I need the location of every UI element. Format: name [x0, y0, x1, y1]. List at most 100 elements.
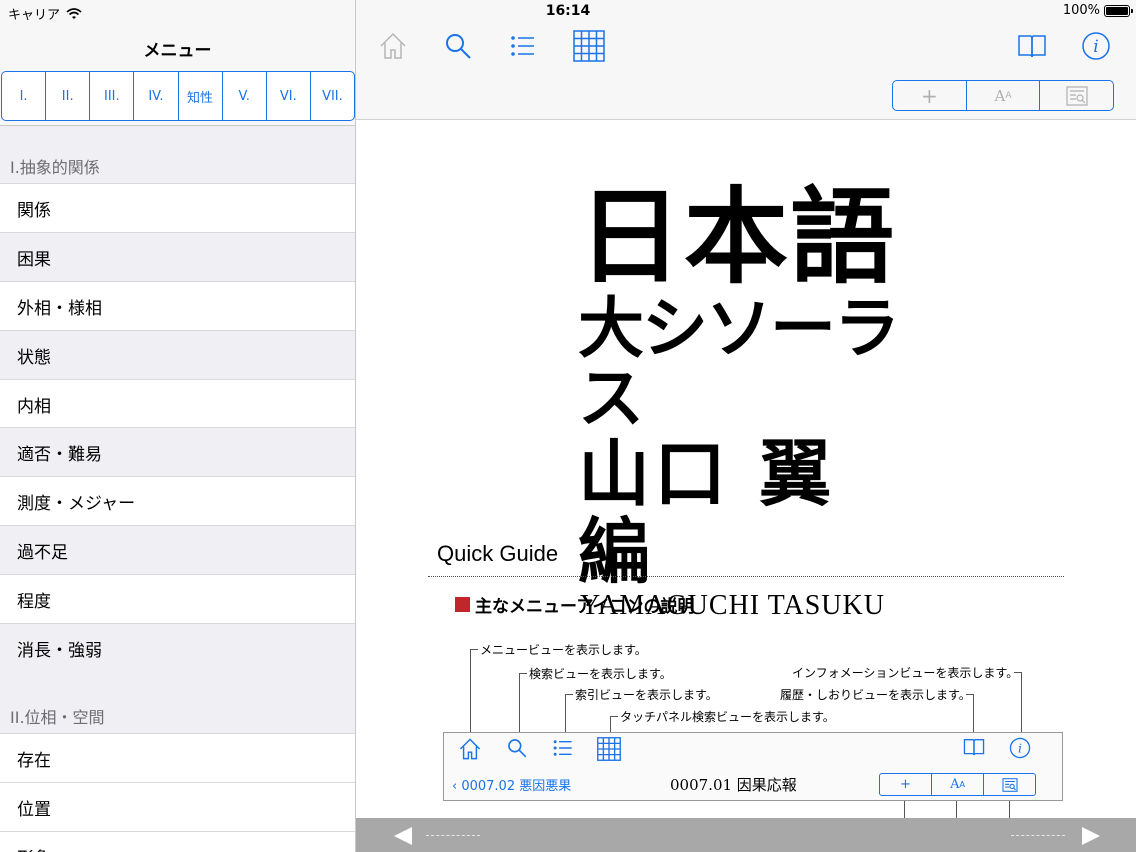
- leader-line: [1021, 672, 1022, 732]
- guide-subheading: 主なメニューアイコンの説明: [455, 592, 694, 617]
- back-link-label: 0007.02 悪因悪果: [461, 779, 572, 794]
- book-icon: [963, 737, 985, 761]
- home-icon: [458, 737, 482, 765]
- leader-line: [610, 716, 618, 717]
- main-pane: i + AA 日本語 大シソーラス 山口 翼 編 YAMAGUCHI TASUK…: [356, 0, 1136, 852]
- svg-text:i: i: [1018, 740, 1022, 755]
- mock-segmented-control: + AA: [879, 773, 1036, 796]
- status-bar: キャリア 16:14 100%: [0, 0, 1136, 23]
- red-square-icon: [455, 597, 470, 612]
- clock: 16:14: [545, 3, 591, 19]
- mock-add-button: +: [880, 774, 932, 795]
- volume-segmented-control: I. II. III. IV. 知性 V. VI. VII.: [1, 71, 355, 121]
- list-item[interactable]: 形象: [0, 831, 355, 852]
- grid-icon: [597, 737, 621, 765]
- note-history: 履歴・しおりビューを表示します。: [780, 688, 971, 702]
- leader-line: [610, 716, 611, 732]
- list-item[interactable]: 困果: [0, 232, 355, 281]
- leader-line: [565, 694, 566, 732]
- back-link: ‹ 0007.02 悪因悪果: [452, 779, 572, 794]
- previous-page-arrow-icon[interactable]: [394, 827, 412, 845]
- list-item[interactable]: 位置: [0, 782, 355, 831]
- segment-vol-1[interactable]: I.: [2, 72, 47, 120]
- leader-line: [519, 673, 520, 732]
- svg-text:i: i: [1093, 37, 1098, 57]
- page-search-icon: [1001, 777, 1018, 792]
- logo-line-1: 日本語: [578, 175, 897, 298]
- search-icon: [506, 737, 528, 763]
- battery-status: 100%: [1062, 3, 1133, 18]
- sidebar: メニュー I. II. III. IV. 知性 V. VI. VII. I.抽象…: [0, 0, 356, 852]
- section-header-1: I.抽象的関係: [10, 158, 100, 177]
- quick-guide-heading: Quick Guide: [437, 541, 559, 566]
- bookmark-add-button[interactable]: +: [893, 81, 967, 110]
- mock-page-search-button: [984, 774, 1035, 795]
- mock-font-sub: A: [959, 780, 965, 789]
- note-index: 索引ビューを表示します。: [575, 688, 718, 702]
- page-search-icon: [1066, 85, 1088, 106]
- logo-line-3: 山口 翼 編: [578, 431, 836, 594]
- segment-vol-6[interactable]: VI.: [267, 72, 311, 120]
- font-size-label: A: [994, 86, 1006, 105]
- section-header-2: II.位相・空間: [10, 708, 105, 727]
- guide-subheading-text: 主なメニューアイコンの説明: [475, 597, 695, 617]
- search-icon[interactable]: [440, 28, 476, 64]
- page-indicator-right: [1011, 835, 1065, 836]
- toolbar-illustration: i ‹ 0007.02 悪因悪果 0007.01 因果応報 + AA: [443, 732, 1063, 801]
- list-item[interactable]: 適否・難易: [0, 427, 355, 476]
- leader-line: [519, 673, 527, 674]
- info-icon: i: [1009, 737, 1031, 763]
- list-icon: [552, 737, 574, 763]
- battery-icon: [1104, 4, 1133, 17]
- segment-vol-4[interactable]: IV.: [134, 72, 179, 120]
- font-size-sub: A: [1005, 90, 1012, 101]
- segment-chisei[interactable]: 知性: [179, 72, 223, 120]
- entry-title: 0007.01 因果応報: [670, 776, 797, 794]
- book-icon[interactable]: [1014, 28, 1050, 64]
- note-search: 検索ビューを表示します。: [529, 667, 672, 681]
- segment-vol-3[interactable]: III.: [90, 72, 135, 120]
- list-item[interactable]: 存在: [0, 733, 355, 782]
- dictionary-logo: 日本語 大シソーラス 山口 翼 編 YAMAGUCHI TASUKU: [578, 181, 918, 621]
- leader-line: [1009, 801, 1010, 818]
- leader-line: [973, 694, 974, 732]
- page-navigation-bar: [356, 818, 1136, 852]
- view-options-segmented-control: + AA: [892, 80, 1114, 111]
- list-item[interactable]: 程度: [0, 574, 355, 623]
- sidebar-title: メニュー: [143, 41, 212, 61]
- list-item[interactable]: 関係: [0, 183, 355, 232]
- logo-line-2: 大シソーラス: [578, 289, 900, 437]
- next-page-arrow-icon[interactable]: [1082, 827, 1100, 845]
- segment-vol-2[interactable]: II.: [46, 72, 91, 120]
- home-icon[interactable]: [375, 28, 411, 64]
- mock-font-label: A: [950, 777, 960, 792]
- list-icon[interactable]: [505, 28, 541, 64]
- leader-line: [1014, 672, 1021, 673]
- leader-line: [470, 649, 478, 650]
- list-item[interactable]: 内相: [0, 379, 355, 428]
- battery-percent: 100%: [1062, 3, 1100, 18]
- list-item[interactable]: 外相・様相: [0, 281, 355, 330]
- font-size-button[interactable]: AA: [967, 81, 1041, 110]
- list-item[interactable]: 消長・強弱: [0, 623, 355, 672]
- document-content: 日本語 大シソーラス 山口 翼 編 YAMAGUCHI TASUKU Quick…: [356, 121, 1136, 818]
- note-touch: タッチパネル検索ビューを表示します。: [620, 710, 835, 724]
- list-item[interactable]: 測度・メジャー: [0, 476, 355, 525]
- segment-vol-7[interactable]: VII.: [311, 72, 354, 120]
- leader-line: [956, 801, 957, 818]
- divider: [428, 576, 1064, 577]
- page-search-button[interactable]: [1040, 81, 1113, 110]
- battery-fill: [1106, 6, 1128, 15]
- leader-line: [470, 649, 471, 732]
- leader-line: [904, 801, 905, 818]
- note-info: インフォメーションビューを表示します。: [792, 666, 1019, 680]
- page-indicator-left: [426, 835, 480, 836]
- mock-font-button: AA: [932, 774, 984, 795]
- info-icon[interactable]: i: [1078, 28, 1114, 64]
- list-item[interactable]: 状態: [0, 330, 355, 379]
- list-item[interactable]: 過不足: [0, 525, 355, 574]
- note-menu: メニュービューを表示します。: [480, 643, 647, 657]
- leader-line: [565, 694, 573, 695]
- segment-vol-5[interactable]: V.: [223, 72, 267, 120]
- grid-icon[interactable]: [571, 28, 607, 64]
